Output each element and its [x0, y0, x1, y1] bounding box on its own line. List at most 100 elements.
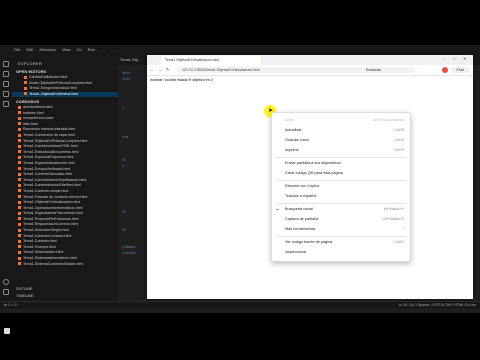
editor-status[interactable]: Ln 30, Col 1 Spaces: 4 UTF-8 CRLF HTML G…	[399, 303, 476, 307]
extensions-icon[interactable]	[3, 101, 9, 107]
context-menu-item[interactable]: Más herramientas ›	[272, 225, 410, 234]
file-tree-label: Tema1.SeleccionSimple.html	[23, 228, 70, 233]
editor-tab[interactable]: Tema1.Obj...	[120, 58, 140, 62]
html-file-icon	[18, 234, 21, 238]
context-menu-item[interactable]: Actualizar Ctrl+R	[272, 126, 410, 135]
html-file-icon	[18, 155, 21, 159]
problems-status[interactable]: ⊗ 0 ⚠ 0	[4, 303, 16, 307]
context-menu-label: Inspeccionar	[285, 250, 307, 254]
files-icon[interactable]	[3, 61, 9, 67]
browser-tab[interactable]: Tema1.ObjetosEnVisualizacion.html	[161, 56, 261, 65]
address-bar-row: ← → ↻ 127.0.0.1:5500/Tema1.ObjetosEnVisu…	[147, 65, 473, 76]
file-tree-label: Tema1.ObjetosEnPeliculaCompleta.html	[23, 138, 88, 143]
menu-item[interactable]: Run	[88, 47, 95, 52]
file-tree-label: Tema1.Prompts.html	[23, 244, 56, 249]
source-control-icon[interactable]	[3, 81, 9, 87]
html-file-icon	[18, 223, 21, 227]
file-tree-label: dato.html	[23, 121, 38, 126]
file-tree-item[interactable]: Tema1.SistemaContenidoEstado.html	[12, 262, 118, 268]
browser-window: Tema1.ObjetosEnVisualizacion.html – □ ✕ …	[147, 55, 473, 299]
context-menu-item[interactable]: Atrás Alt+Flecha izquierda	[272, 116, 410, 125]
context-menu-shortcut: Alt+Mayús+X	[383, 207, 404, 211]
html-file-icon	[18, 200, 21, 204]
file-tree-label: compartir.bot.cover	[23, 116, 54, 121]
run-debug-icon[interactable]	[3, 91, 9, 97]
file-tree-label: Tema1.ContextoSimulado.html	[23, 172, 72, 177]
minimize-icon[interactable]: –	[443, 56, 445, 61]
html-file-icon	[24, 86, 27, 90]
bottom-bar	[0, 325, 480, 337]
timeline-section[interactable]: TIMELINE	[16, 294, 34, 298]
file-tree-label: Tema1.EspaciaVisualmente.html	[23, 160, 76, 165]
context-menu-item[interactable]: Enviar pantalla a sus dispositivos	[272, 159, 410, 168]
html-file-icon	[18, 256, 21, 260]
menu-item[interactable]: ...	[110, 47, 113, 52]
file-tree-label: Tema1.Sistemasinformaticos.html	[23, 256, 77, 261]
menu-item[interactable]: Go	[76, 47, 81, 52]
file-tree: acredivatebot.html botones.html compartir.…	[12, 105, 118, 267]
page-heading: mostrar / ocultar estado H objetivo en 2	[150, 78, 213, 82]
maximize-icon[interactable]: □	[453, 56, 455, 61]
context-menu-item[interactable]: Captura de pantalla Ctrl+Mayús+S	[272, 215, 410, 224]
open-editor-item[interactable]: Tema1.ObjetosEnGeneral.html	[12, 91, 118, 98]
html-file-icon	[18, 228, 21, 232]
html-file-icon	[18, 189, 21, 193]
outline-section[interactable]: OUTLINE	[16, 287, 32, 291]
html-file-icon	[18, 195, 21, 199]
html-file-icon	[18, 172, 21, 176]
context-menu-item[interactable]: Ver código fuente de página Ctrl+U	[272, 238, 410, 247]
file-tree-label: Tema1.EspaciosEmpresos.html	[23, 155, 74, 160]
menu-item[interactable]: ...	[101, 47, 104, 52]
html-file-icon	[18, 161, 21, 165]
search-icon[interactable]	[3, 71, 9, 77]
code-lines[interactable]: <h1> <h1> < <ld <l < <h <h </body> </html>	[122, 71, 136, 257]
context-menu-shortcut: Ctrl+Mayús+S	[382, 217, 404, 221]
html-file-icon	[18, 167, 21, 171]
html-file-icon	[18, 239, 21, 243]
file-tree-label: Tema1.ProyectoPerEmpresas.html	[23, 216, 79, 221]
context-menu-label: Resumir con Copilot	[285, 184, 320, 188]
settings-gear-icon[interactable]	[3, 289, 9, 295]
context-menu-label: Búsqueda visual	[285, 207, 313, 211]
chat-button[interactable]: Chat	[450, 67, 470, 73]
close-icon[interactable]: ✕	[463, 56, 466, 61]
file-tree-label: Tema1.ContextoContacto.html	[23, 233, 72, 238]
context-menu-item[interactable]: Resumir con Copilot	[272, 182, 410, 191]
context-menu-item[interactable]: Crear código QR para esta página	[272, 169, 410, 178]
code-line: </html>	[122, 250, 137, 255]
open-editor-label: Tema1.ObjetosEnGeneral.html	[29, 91, 79, 96]
open-editor-label: Notas ObjetosEnPeliculaCompleta.html	[29, 80, 92, 85]
context-menu-label: Más herramientas	[285, 227, 316, 231]
open-editors-header[interactable]: OPEN EDITORS	[16, 69, 46, 74]
menu-item[interactable]: Selection	[39, 47, 55, 52]
forward-icon[interactable]: →	[158, 67, 162, 72]
context-menu-item[interactable]: Traducir a español	[272, 192, 410, 201]
account-icon[interactable]	[3, 279, 9, 285]
context-menu-shortcut: Alt+Flecha izquierda	[373, 118, 404, 122]
html-file-icon	[18, 133, 21, 137]
context-menu-item[interactable]: Guardar como Ctrl+S	[272, 136, 410, 145]
context-menu-label: Crear código QR para esta página	[285, 171, 343, 175]
scissors-icon: ✂	[276, 207, 280, 212]
context-menu-shortcut: Ctrl+P	[394, 148, 404, 152]
context-menu-label: Guardar como	[285, 138, 310, 142]
reload-icon[interactable]: ↻	[166, 67, 170, 73]
bottom-logo-icon	[4, 328, 10, 334]
menu-item[interactable]: File	[14, 47, 20, 52]
workspace-header[interactable]: CARDOSOS	[16, 99, 39, 104]
file-tree-label: Tema1.Contexto simple.html	[23, 188, 69, 193]
context-menu-item[interactable]: Inspeccionar	[272, 248, 410, 257]
menu-item[interactable]: View	[62, 47, 71, 52]
profile-avatar[interactable]	[442, 67, 448, 73]
html-file-icon	[18, 206, 21, 210]
html-file-icon	[18, 211, 21, 215]
menu-separator	[276, 180, 406, 181]
context-menu-item[interactable]: Imprimir Ctrl+P	[272, 146, 410, 155]
restore-button[interactable]: Restaurar	[366, 67, 381, 73]
vscode-menu-bar: File Edit Selection View Go Run......	[14, 47, 120, 52]
html-file-icon	[18, 116, 21, 120]
context-menu-item[interactable]: ✂ Búsqueda visual Alt+Mayús+X	[272, 205, 410, 214]
menu-item[interactable]: Edit	[26, 47, 33, 52]
back-icon[interactable]: ←	[150, 67, 154, 72]
file-tree-label: Tema1.CambiosIndicesHTML.html	[23, 144, 78, 149]
